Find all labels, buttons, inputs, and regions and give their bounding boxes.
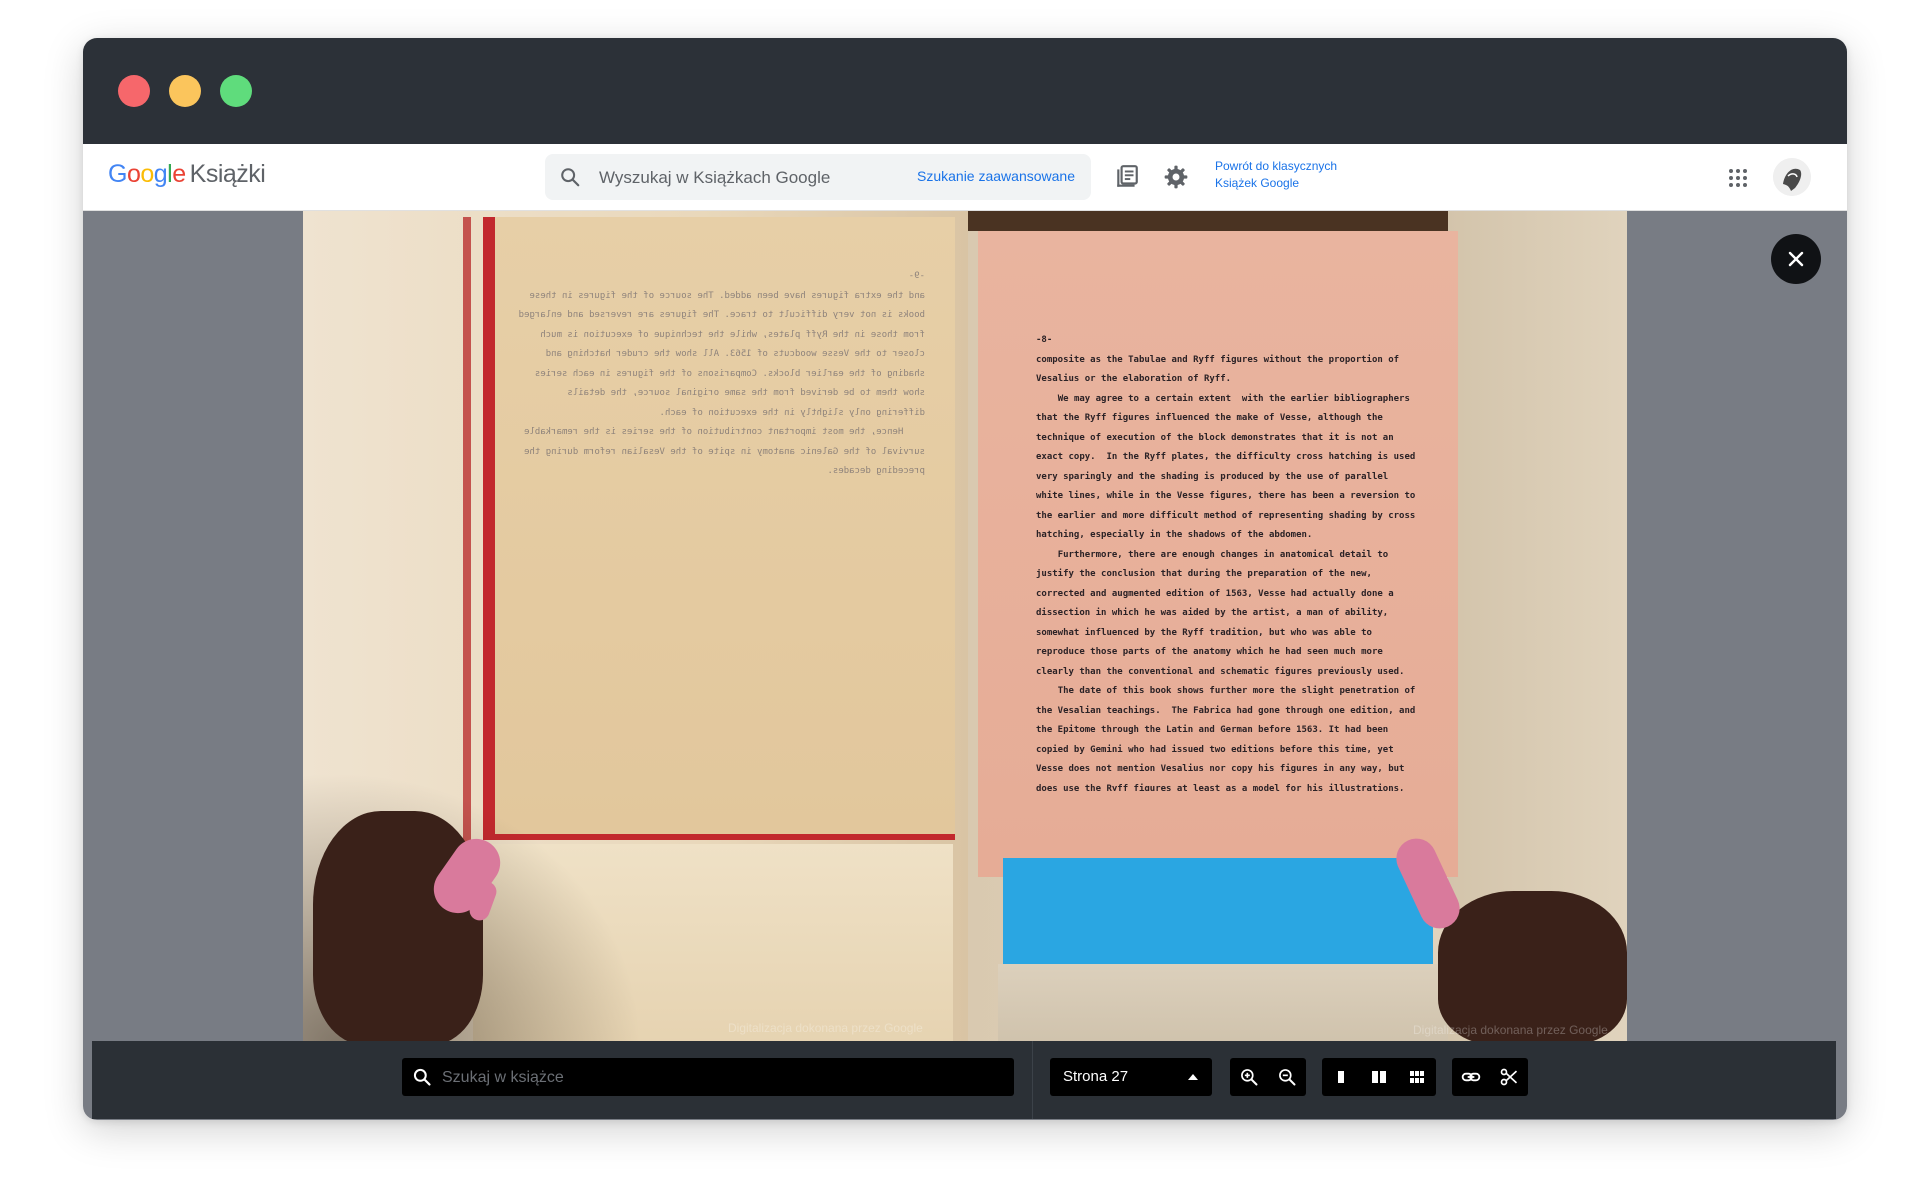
logo-letter: e [172, 160, 186, 188]
zoom-in-button[interactable] [1230, 1058, 1268, 1096]
page-layout-button-group [1322, 1058, 1436, 1096]
two-page-icon [1372, 1071, 1386, 1083]
apps-grid-icon[interactable] [1728, 168, 1748, 188]
search-icon [413, 1068, 431, 1086]
account-avatar[interactable] [1773, 158, 1811, 196]
logo-letter: o [140, 160, 154, 188]
two-page-view-button[interactable] [1360, 1058, 1398, 1096]
in-book-search-box [402, 1058, 1014, 1096]
books-search-input[interactable] [597, 162, 901, 194]
toolbar-divider [1032, 1041, 1033, 1119]
page-selector-label: Strona 27 [1063, 1068, 1129, 1085]
logo-product-name: Książki [189, 160, 266, 188]
avatar-icon [1773, 158, 1811, 196]
copy-link-button[interactable] [1452, 1058, 1490, 1096]
book-page-left[interactable]: -9- and the extra figures have been adde… [303, 211, 968, 1045]
viewer-toolbar: Strona 27 [92, 1041, 1836, 1119]
left-page-text: -9- and the extra figures have been adde… [518, 271, 925, 476]
logo-letter: G [108, 160, 127, 188]
back-link-line-2: Książek Google [1215, 176, 1300, 190]
caret-up-icon [1188, 1074, 1198, 1080]
minimize-window-button[interactable] [169, 75, 201, 107]
grid-icon [1410, 1071, 1424, 1083]
close-icon [1788, 251, 1804, 267]
google-books-logo[interactable]: Google Książki [108, 160, 266, 189]
browser-window: GoogleKsiążki Szukanie zaawansowane [83, 38, 1847, 1120]
logo-letter: g [153, 160, 168, 188]
single-page-icon [1338, 1071, 1344, 1083]
zoom-out-button[interactable] [1268, 1058, 1306, 1096]
zoom-in-icon [1241, 1069, 1258, 1086]
back-to-classic-link[interactable]: Powrót do klasycznych Książek Google [1215, 158, 1355, 192]
left-page-sheet: -9- and the extra figures have been adde… [483, 217, 955, 840]
blue-separator-card [1003, 858, 1433, 964]
clip-button[interactable] [1490, 1058, 1528, 1096]
scan-watermark: Digitalizacja dokonana przez Google [1413, 1023, 1608, 1037]
book-page-right[interactable]: -8- composite as the Tabulae and Ryff fi… [968, 211, 1627, 1045]
single-page-view-button[interactable] [1322, 1058, 1360, 1096]
book-viewer: -9- and the extra figures have been adde… [83, 211, 1847, 1120]
share-button-group [1452, 1058, 1528, 1096]
page-stack [998, 964, 1448, 1045]
scissors-icon [1500, 1068, 1518, 1086]
page-selector[interactable]: Strona 27 [1050, 1058, 1212, 1096]
logo-letter: o [126, 160, 141, 188]
app-header: GoogleKsiążki Szukanie zaawansowane [83, 144, 1847, 211]
zoom-out-icon [1279, 1069, 1296, 1086]
scan-watermark: Digitalizacja dokonana przez Google [728, 1021, 923, 1035]
in-book-search-input[interactable] [440, 1063, 1004, 1093]
grid-view-button[interactable] [1398, 1058, 1436, 1096]
title-bar [83, 38, 1847, 144]
advanced-search-link[interactable]: Szukanie zaawansowane [917, 168, 1075, 184]
library-icon[interactable] [1114, 164, 1140, 190]
close-window-button[interactable] [118, 75, 150, 107]
right-page-text: -8- composite as the Tabulae and Ryff fi… [1036, 335, 1416, 791]
back-link-line-1: Powrót do klasycznych [1215, 159, 1338, 173]
zoom-button-group [1230, 1058, 1306, 1096]
link-icon [1461, 1072, 1481, 1082]
settings-gear-icon[interactable] [1163, 164, 1189, 190]
search-icon [561, 168, 580, 187]
books-search-box: Szukanie zaawansowane [545, 154, 1091, 200]
scanner-hand-right [1438, 891, 1627, 1045]
close-viewer-button[interactable] [1771, 234, 1821, 284]
maximize-window-button[interactable] [220, 75, 252, 107]
